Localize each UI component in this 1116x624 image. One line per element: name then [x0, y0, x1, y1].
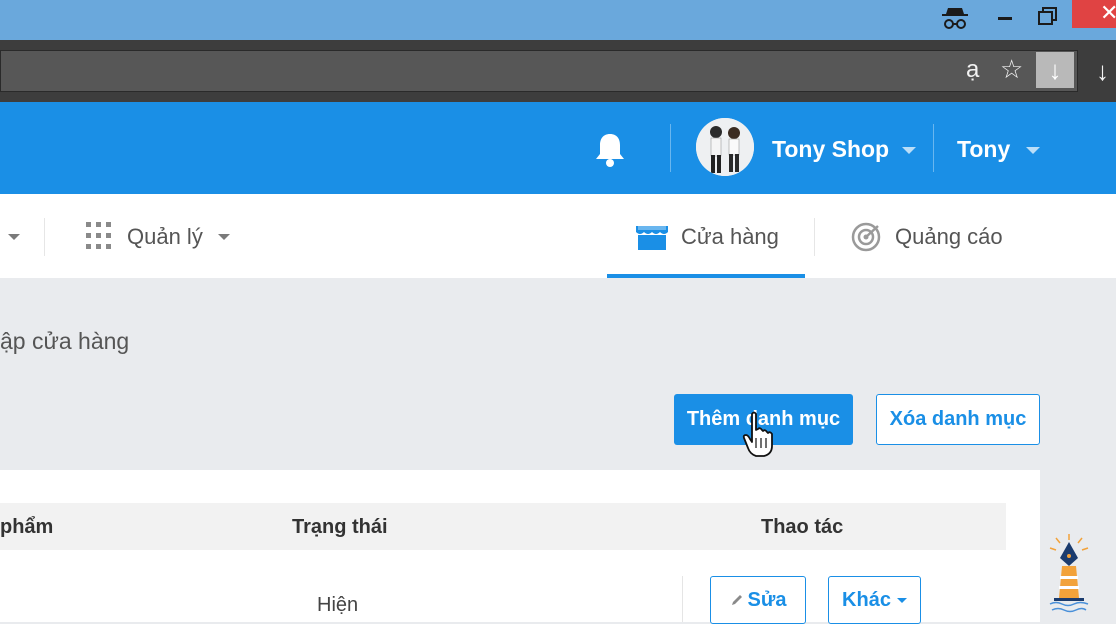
- delete-category-button[interactable]: Xóa danh mục: [876, 394, 1040, 445]
- page-title: ập cửa hàng: [0, 328, 130, 354]
- tab-store[interactable]: Cửa hàng: [681, 224, 779, 250]
- chevron-down-icon[interactable]: [8, 234, 20, 240]
- store-icon: [636, 226, 668, 250]
- pencil-icon: [731, 595, 742, 605]
- chevron-down-icon: [896, 598, 907, 604]
- more-label: Khác: [842, 589, 891, 611]
- incognito-icon: [942, 8, 968, 29]
- more-dropdown-button[interactable]: Khác: [828, 576, 921, 624]
- downloads-icon[interactable]: ↓: [1096, 56, 1109, 87]
- header-divider: [933, 124, 934, 172]
- cell-divider: [682, 576, 683, 622]
- avatar[interactable]: [696, 118, 754, 176]
- browser-toolbar: [0, 40, 1116, 102]
- app-header: [0, 102, 1116, 194]
- restore-button[interactable]: [1036, 2, 1062, 30]
- address-bar[interactable]: [0, 50, 1078, 92]
- table-header: [0, 503, 1006, 550]
- edit-button[interactable]: Sửa: [710, 576, 806, 624]
- user-name[interactable]: Tony: [957, 136, 1010, 163]
- shop-dropdown-icon[interactable]: [902, 147, 916, 154]
- bookmark-star-icon[interactable]: ☆: [1000, 54, 1023, 85]
- active-tab-indicator: [607, 274, 805, 278]
- column-header-actions: Thao tác: [761, 516, 844, 538]
- tab-ads[interactable]: Quảng cáo: [895, 224, 1003, 250]
- download-extension-icon[interactable]: ↓: [1036, 52, 1074, 88]
- edit-label: Sửa: [747, 589, 787, 611]
- column-header-product: phẩm: [0, 516, 54, 538]
- user-dropdown-icon[interactable]: [1026, 147, 1040, 154]
- restore-icon-front: [1038, 11, 1053, 25]
- minimize-button[interactable]: [996, 4, 1020, 32]
- column-header-status: Trạng thái: [292, 516, 388, 538]
- manage-dropdown-icon[interactable]: [218, 234, 230, 240]
- bell-icon[interactable]: [592, 130, 628, 168]
- nav-divider: [44, 218, 45, 256]
- grid-icon: [86, 222, 112, 250]
- nav-divider: [814, 218, 815, 256]
- nav-manage[interactable]: Quản lý: [127, 224, 203, 250]
- hand-cursor-icon: [742, 411, 773, 457]
- lighthouse-pen-logo: [1049, 534, 1089, 613]
- avatar-image: [696, 118, 754, 176]
- status-value: Hiện: [317, 594, 359, 616]
- close-button[interactable]: ✕: [1072, 0, 1116, 28]
- target-icon: [851, 222, 881, 252]
- shop-name[interactable]: Tony Shop: [772, 136, 889, 163]
- translate-icon[interactable]: ạ: [966, 56, 979, 84]
- header-divider: [670, 124, 671, 172]
